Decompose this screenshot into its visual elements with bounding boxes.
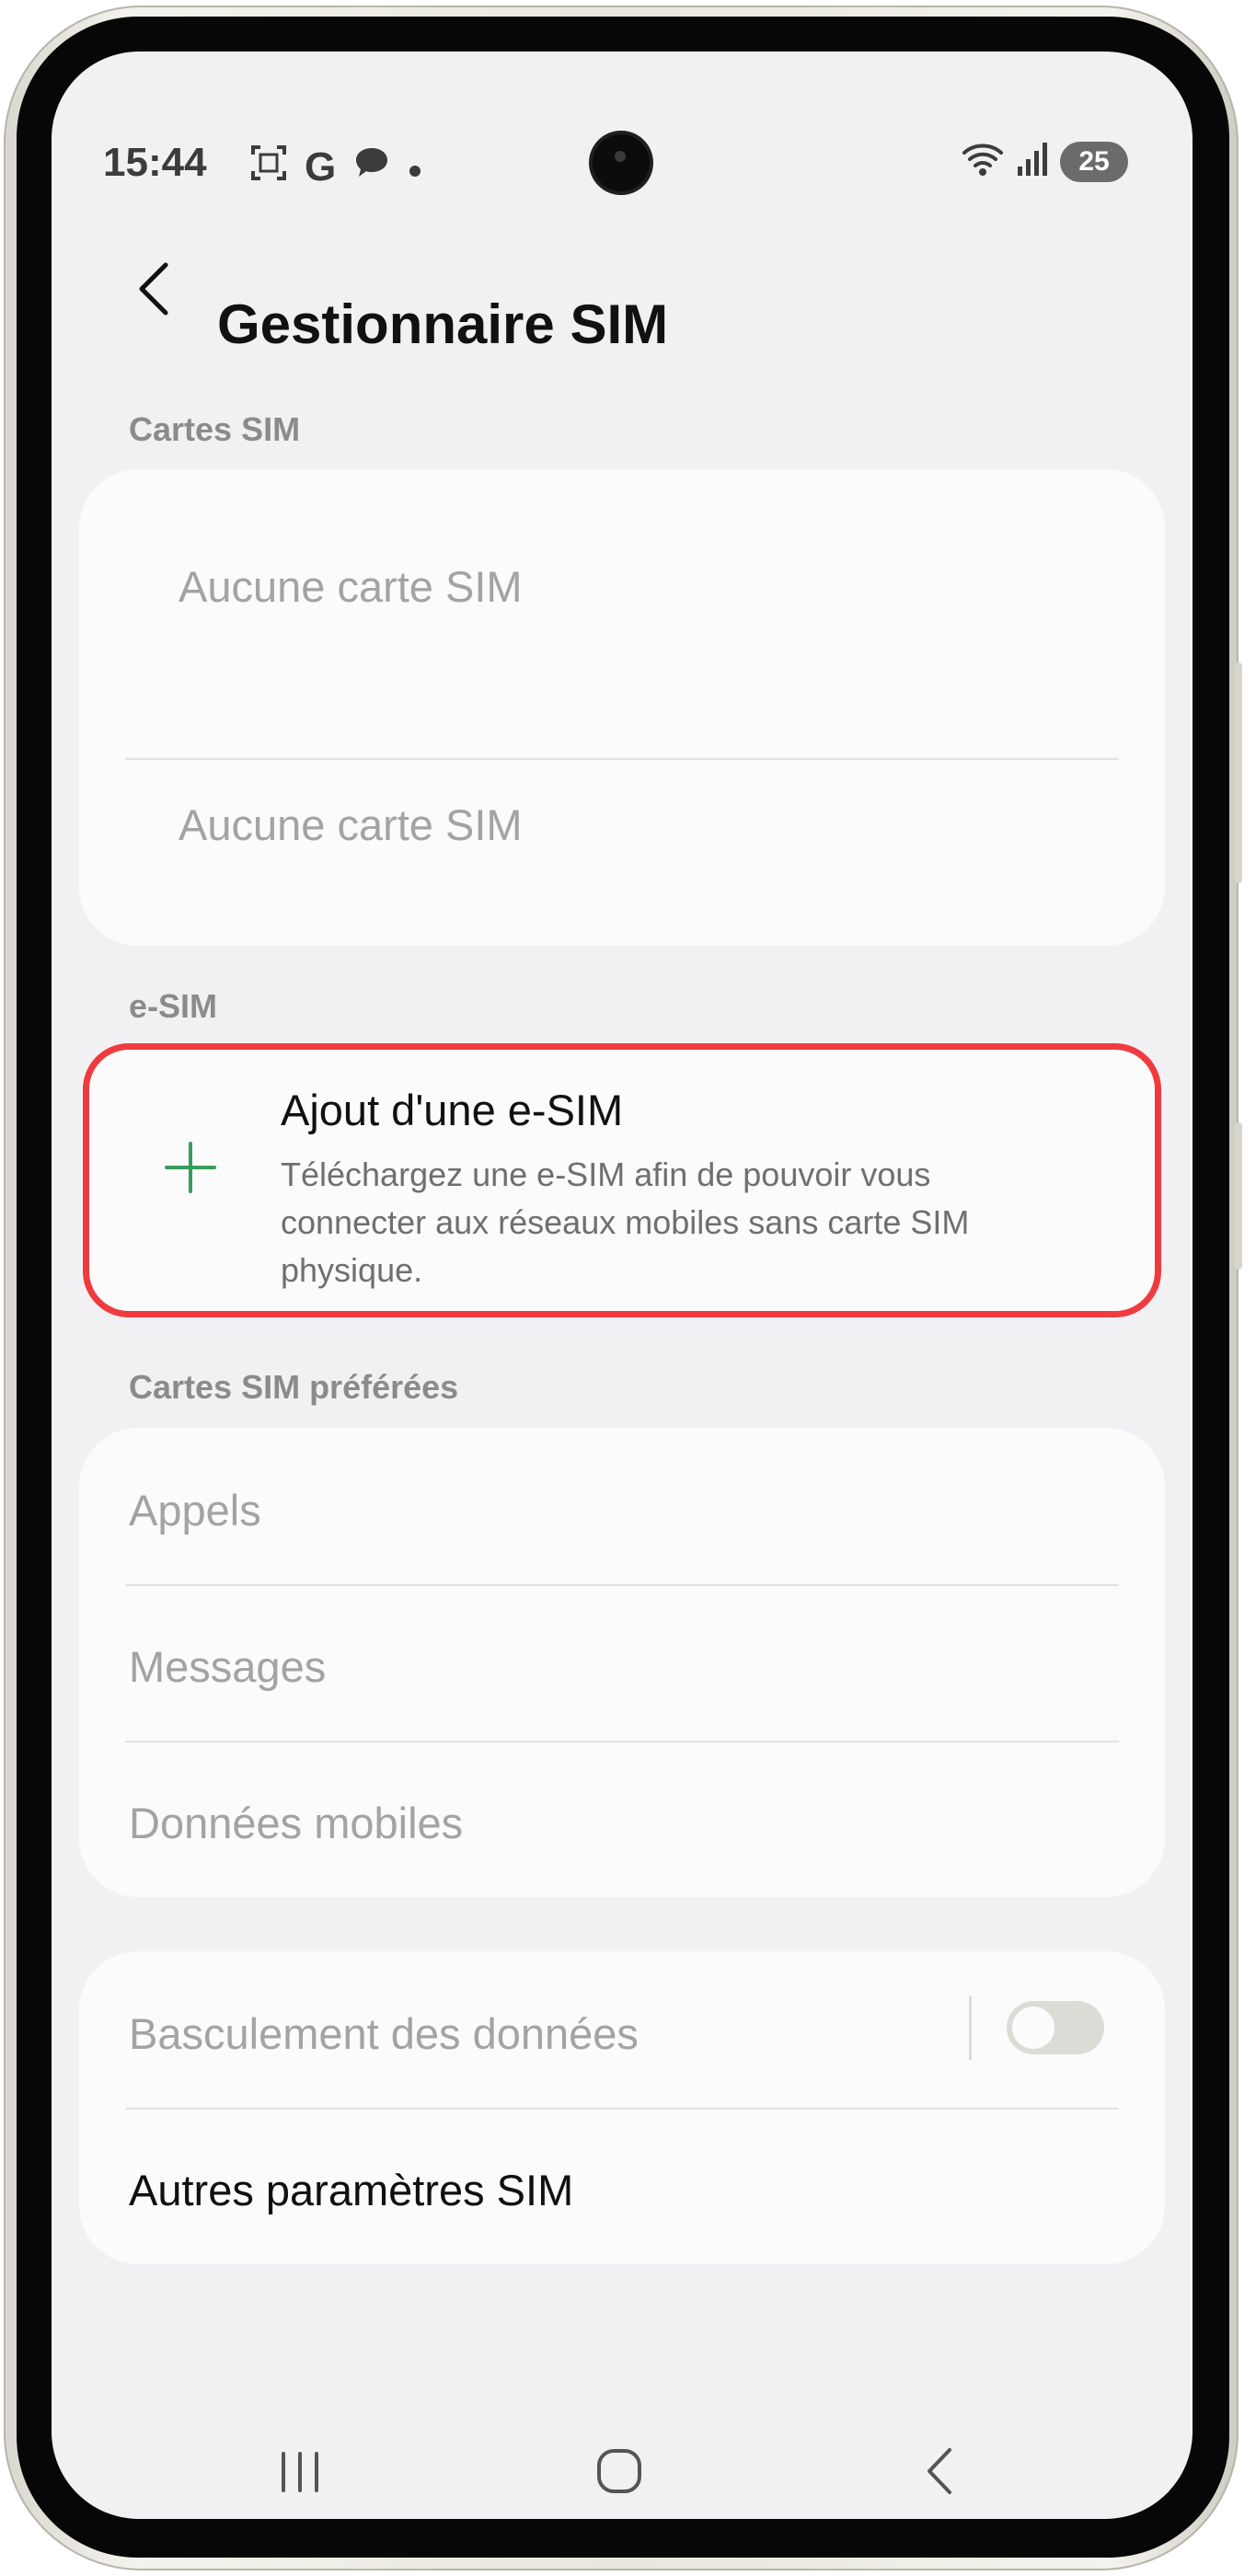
sim-slot-2[interactable]: Aucune carte SIM (79, 707, 1165, 946)
back-nav-button[interactable] (889, 2430, 990, 2513)
other-sim-settings-label: Autres paramètres SIM (129, 2166, 574, 2214)
preferred-sim-card: Appels Messages Données mobiles (79, 1428, 1165, 1897)
sim-cards-card: Aucune carte SIM Aucune carte SIM (79, 469, 1165, 946)
home-button[interactable] (569, 2430, 670, 2513)
page-title: Gestionnaire SIM (217, 293, 669, 355)
data-switch-label: Basculement des données (129, 2009, 639, 2058)
notification-icons: G (249, 144, 422, 191)
preferred-messages-label: Messages (129, 1642, 327, 1691)
add-esim-button[interactable]: Ajout d'une e-SIM Téléchargez une e-SIM … (83, 1043, 1161, 1317)
home-icon (597, 2449, 641, 2493)
google-icon: G (305, 144, 337, 190)
front-camera (593, 134, 650, 191)
power-button (1235, 1122, 1242, 1270)
chevron-left-icon (139, 262, 168, 316)
plus-icon (165, 1142, 216, 1193)
sim-slot-1[interactable]: Aucune carte SIM (79, 469, 1165, 707)
status-time: 15:44 (103, 140, 207, 185)
volume-button (1235, 662, 1242, 883)
preferred-messages[interactable]: Messages (79, 1584, 1165, 1741)
section-label-sim-cards: Cartes SIM (129, 410, 301, 448)
data-switch-row[interactable]: Basculement des données (79, 1951, 1165, 2108)
section-label-preferred-sim: Cartes SIM préférées (129, 1368, 459, 1406)
status-right-icons: 25 (961, 140, 1128, 183)
back-button[interactable] (123, 252, 179, 326)
preferred-mobile-data[interactable]: Données mobiles (79, 1741, 1165, 1897)
back-nav-icon (928, 2448, 951, 2494)
recent-apps-icon (282, 2452, 318, 2492)
signal-icon (1016, 141, 1049, 182)
preferred-calls[interactable]: Appels (79, 1428, 1165, 1584)
screen: 15:44 G 25 Gestionnaire SIM Cartes SIM A… (52, 52, 1193, 2519)
navigation-bar (52, 2430, 1193, 2513)
screenshot-icon (249, 144, 288, 191)
dot-icon (408, 148, 422, 188)
preferred-calls-label: Appels (129, 1486, 261, 1535)
data-switch-toggle[interactable] (1007, 2001, 1104, 2054)
other-settings-card: Basculement des données Autres paramètre… (79, 1951, 1165, 2264)
separator (969, 1995, 972, 2060)
chat-icon (352, 144, 391, 191)
section-label-esim: e-SIM (129, 987, 218, 1025)
battery-indicator: 25 (1060, 141, 1128, 182)
sim-slot-1-label: Aucune carte SIM (179, 562, 523, 611)
wifi-icon (961, 140, 1005, 183)
add-esim-description: Téléchargez une e-SIM afin de pouvoir vo… (281, 1156, 970, 1289)
preferred-mobile-data-label: Données mobiles (129, 1799, 464, 1847)
sim-slot-2-label: Aucune carte SIM (179, 800, 523, 849)
add-esim-title: Ajout d'une e-SIM (281, 1086, 624, 1134)
recent-apps-button[interactable] (249, 2430, 351, 2513)
other-sim-settings[interactable]: Autres paramètres SIM (79, 2108, 1165, 2264)
